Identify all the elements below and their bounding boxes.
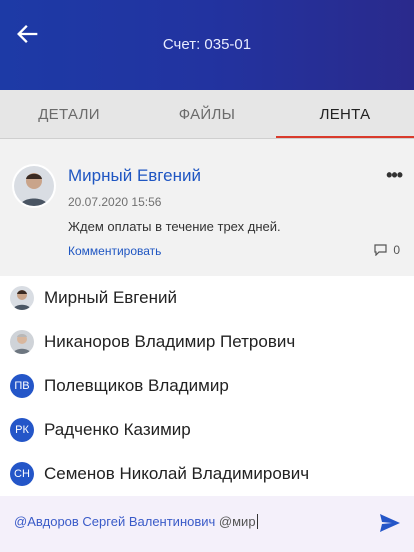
avatar: ПВ: [10, 374, 34, 398]
avatar: [10, 330, 34, 354]
avatar: [10, 286, 34, 310]
list-item[interactable]: Никаноров Владимир Петрович: [0, 320, 414, 364]
avatar[interactable]: [14, 166, 54, 206]
mention-name: Радченко Казимир: [44, 420, 191, 439]
mention-token: @Авдоров Сергей Валентинович: [14, 514, 216, 529]
tab-feed[interactable]: ЛЕНТА: [276, 90, 414, 138]
avatar: СН: [10, 462, 34, 486]
text-caret: [256, 514, 258, 529]
comment-link[interactable]: Комментировать: [68, 244, 161, 258]
tab-details[interactable]: ДЕТАЛИ: [0, 90, 138, 138]
mention-name: Никаноров Владимир Петрович: [44, 332, 296, 351]
comment-composer: @Авдоров Сергей Валентинович @мир: [0, 496, 414, 552]
header-bar: Счет: 035-01: [0, 0, 414, 90]
more-dots-icon[interactable]: •••: [386, 165, 403, 186]
comment-counter[interactable]: 0: [374, 243, 400, 257]
list-item[interactable]: Мирный Евгений: [0, 276, 414, 320]
comment-icon: [374, 244, 387, 256]
post-date: 20.07.2020 15:56: [68, 195, 162, 209]
post-text: Ждем оплаты в течение трех дней.: [68, 219, 281, 234]
mention-name: Полевщиков Владимир: [44, 376, 229, 395]
send-icon[interactable]: [378, 512, 402, 534]
list-item[interactable]: СН Семенов Николай Владимирович: [0, 452, 414, 496]
comment-count: 0: [393, 243, 400, 257]
typed-text: @мир: [218, 514, 256, 529]
tab-files[interactable]: ФАЙЛЫ: [138, 90, 276, 138]
feed-post: Мирный Евгений ••• 20.07.2020 15:56 Ждем…: [0, 139, 414, 276]
avatar: РК: [10, 418, 34, 442]
tab-bar: ДЕТАЛИ ФАЙЛЫ ЛЕНТА: [0, 90, 414, 138]
post-author[interactable]: Мирный Евгений: [68, 166, 201, 186]
mention-name: Мирный Евгений: [44, 288, 177, 307]
list-item[interactable]: ПВ Полевщиков Владимир: [0, 364, 414, 408]
page-title: Счет: 035-01: [162, 36, 252, 53]
mention-name: Семенов Николай Владимирович: [44, 464, 310, 483]
mention-suggestions: Мирный Евгений Никаноров Владимир Петров…: [0, 276, 414, 496]
list-item[interactable]: РК Радченко Казимир: [0, 408, 414, 452]
comment-input[interactable]: @Авдоров Сергей Валентинович @мир: [14, 514, 258, 529]
